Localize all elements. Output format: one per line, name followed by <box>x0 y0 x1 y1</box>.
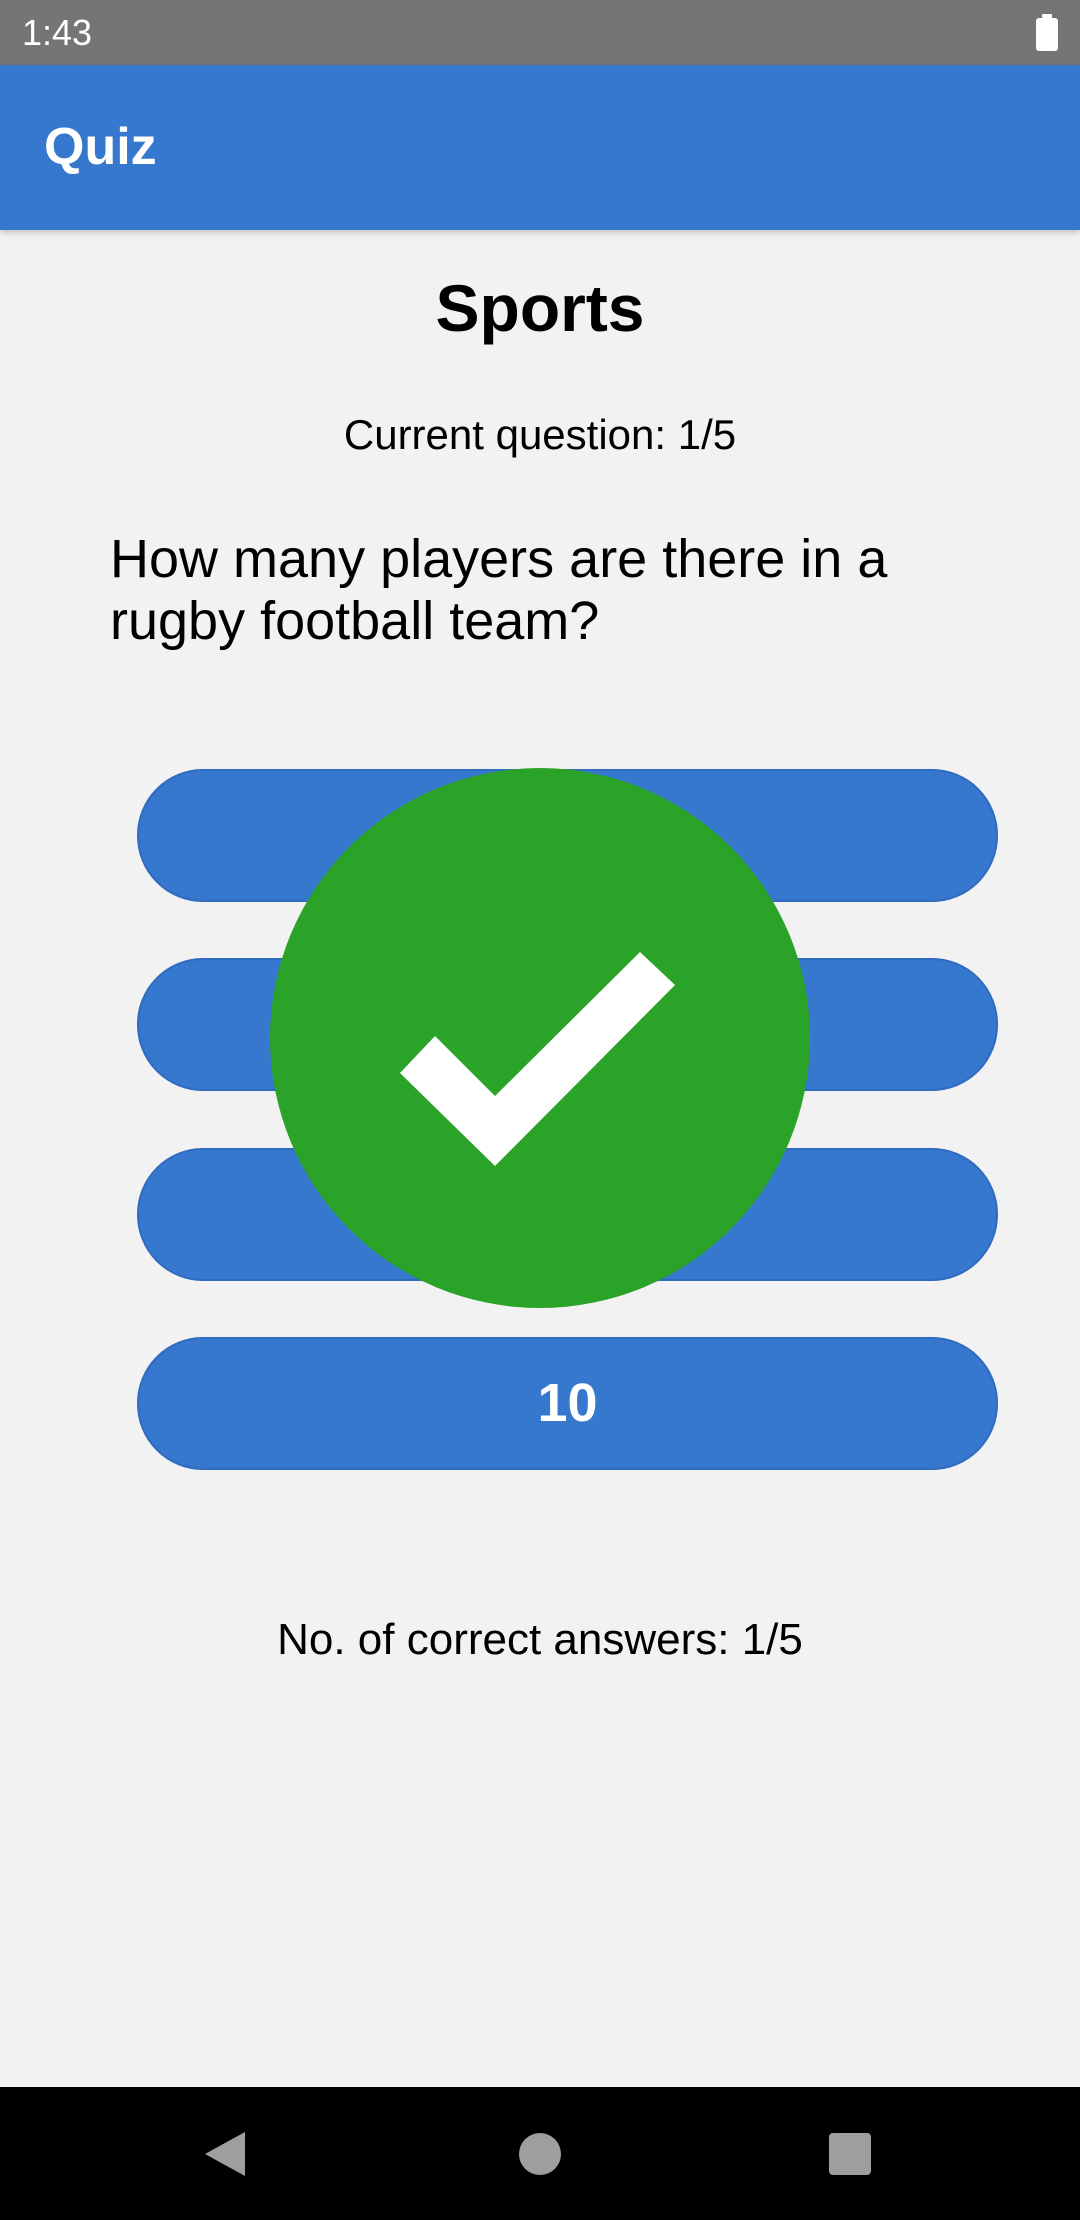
back-triangle-icon[interactable] <box>205 2132 245 2176</box>
app-bar: Quiz <box>0 65 1080 230</box>
status-time: 1:43 <box>22 12 93 53</box>
home-circle-icon[interactable] <box>519 2133 561 2175</box>
recents-square-icon[interactable] <box>829 2133 871 2175</box>
score-text: No. of correct answers: 1/5 <box>277 1615 803 1664</box>
category-title: Sports <box>435 271 645 345</box>
check-circle-icon <box>270 768 810 1308</box>
app-title: Quiz <box>44 118 157 176</box>
question-counter: Current question: 1/5 <box>343 411 737 458</box>
navigation-bar <box>0 2087 1080 2220</box>
question-text: How many players are there in a rugby fo… <box>110 529 888 651</box>
status-bar: 1:43 <box>0 0 1080 65</box>
answer-button-4[interactable]: 10 <box>137 1337 998 1470</box>
battery-full-icon <box>1036 14 1058 51</box>
